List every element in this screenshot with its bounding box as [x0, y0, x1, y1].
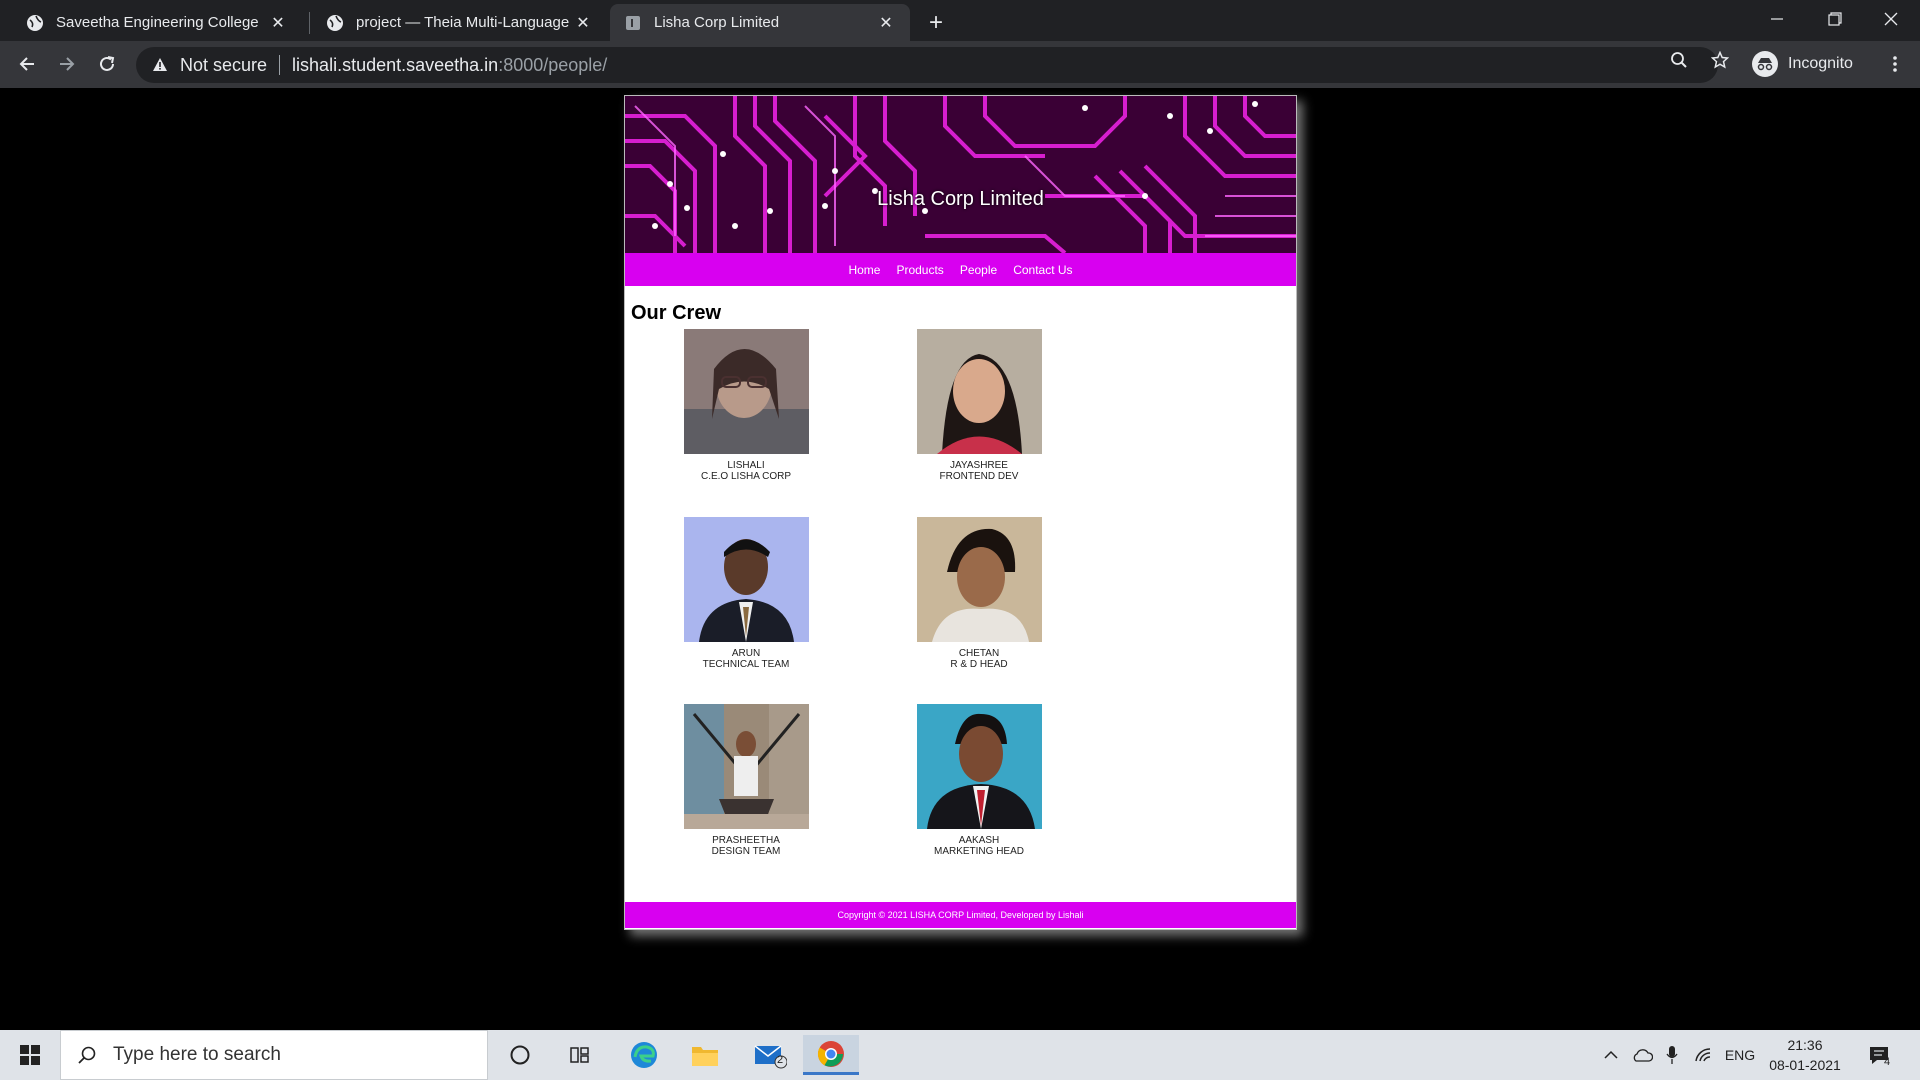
back-button[interactable]	[10, 47, 44, 81]
reload-button[interactable]	[90, 47, 124, 81]
minimize-button[interactable]	[1748, 0, 1806, 38]
microphone-icon[interactable]	[1660, 1030, 1684, 1080]
member-name: PRASHEETHA	[712, 835, 780, 846]
nav-products[interactable]: Products	[888, 263, 951, 277]
member-role: TECHNICAL TEAM	[702, 659, 790, 670]
search-placeholder: Type here to search	[113, 1044, 281, 1065]
system-clock[interactable]: 21:36 08-01-2021	[1760, 1035, 1850, 1075]
site-footer: Copyright © 2021 LISHA CORP Limited, Dev…	[625, 902, 1296, 928]
banner-title: Lisha Corp Limited	[877, 188, 1044, 210]
address-bar[interactable]: Not secure lishali.student.saveetha.in:8…	[136, 47, 1718, 83]
member-role: R & D HEAD	[950, 659, 1008, 670]
site-container: Lisha Corp Limited Home Products People …	[624, 95, 1297, 930]
member-role: FRONTEND DEV	[939, 471, 1019, 482]
tab-title: Saveetha Engineering College	[56, 14, 259, 31]
member-card: ARUN TECHNICAL TEAM	[666, 517, 826, 670]
globe-icon	[26, 14, 44, 32]
close-icon[interactable]: ✕	[876, 13, 896, 33]
member-photo	[916, 329, 1042, 454]
member-photo	[916, 517, 1042, 642]
task-view-icon[interactable]	[555, 1035, 605, 1075]
member-card: PRASHEETHA DESIGN TEAM	[666, 704, 826, 857]
tab-theia[interactable]: project — Theia Multi-Language ✕	[312, 4, 607, 41]
member-photo	[683, 329, 809, 454]
incognito-indicator[interactable]: Incognito	[1752, 47, 1853, 81]
member-photo	[916, 704, 1042, 829]
star-icon[interactable]	[1710, 50, 1730, 70]
url-path: :8000/people/	[498, 54, 608, 75]
clock-date: 08-01-2021	[1769, 1057, 1841, 1073]
language-indicator[interactable]: ENG	[1722, 1030, 1758, 1080]
warning-icon[interactable]	[150, 55, 170, 75]
member-card: CHETAN R & D HEAD	[899, 517, 1059, 670]
member-card: AAKASH MARKETING HEAD	[899, 704, 1059, 857]
forward-button[interactable]	[50, 47, 84, 81]
nav-contact-us[interactable]: Contact Us	[1005, 263, 1080, 277]
windows-taskbar: Type here to search 2 ENG 21:36 08-01-20…	[0, 1030, 1920, 1080]
member-name: AAKASH	[958, 835, 1000, 846]
onedrive-icon[interactable]	[1628, 1030, 1656, 1080]
member-name: ARUN	[731, 648, 761, 659]
page-icon	[624, 14, 642, 32]
edge-icon[interactable]	[619, 1035, 669, 1075]
divider	[279, 55, 281, 75]
clock-time: 21:36	[1787, 1037, 1823, 1053]
member-card: JAYASHREE FRONTEND DEV	[899, 329, 1059, 482]
nav-home[interactable]: Home	[840, 263, 888, 277]
tab-title: project — Theia Multi-Language	[356, 14, 570, 31]
security-label[interactable]: Not secure	[180, 55, 267, 76]
people-content: Our Crew LISHALI C.E.O LISHA CORP JAYASH…	[625, 286, 1296, 899]
new-tab-button[interactable]: +	[922, 9, 950, 37]
close-icon[interactable]: ✕	[268, 13, 288, 33]
browser-toolbar: Not secure lishali.student.saveetha.in:8…	[0, 41, 1920, 88]
notification-icon[interactable]: 4	[1864, 1040, 1896, 1072]
incognito-label: Incognito	[1788, 55, 1853, 72]
member-role: C.E.O LISHA CORP	[700, 471, 792, 482]
member-role: MARKETING HEAD	[933, 846, 1024, 857]
member-role: DESIGN TEAM	[711, 846, 781, 857]
tab-separator	[309, 12, 310, 34]
banner: Lisha Corp Limited	[625, 96, 1296, 253]
close-icon[interactable]: ✕	[573, 13, 593, 33]
windows-icon	[20, 1045, 40, 1065]
mail-icon[interactable]: 2	[745, 1035, 795, 1075]
member-name: JAYASHREE	[950, 460, 1008, 471]
search-icon	[75, 1043, 99, 1067]
restore-button[interactable]	[1806, 0, 1864, 38]
globe-icon	[326, 14, 344, 32]
member-photo	[683, 517, 809, 642]
browser-tab-strip: Saveetha Engineering College ✕ project —…	[0, 0, 1920, 41]
nav-people[interactable]: People	[952, 263, 1005, 277]
file-explorer-icon[interactable]	[680, 1035, 730, 1075]
tab-title: Lisha Corp Limited	[654, 14, 780, 31]
cortana-icon[interactable]	[495, 1035, 545, 1075]
menu-icon[interactable]	[1880, 49, 1910, 79]
incognito-icon	[1752, 51, 1778, 77]
member-name: LISHALI	[727, 460, 765, 471]
member-name: CHETAN	[958, 648, 1000, 659]
site-navbar: Home Products People Contact Us	[625, 253, 1296, 286]
close-window-button[interactable]	[1862, 0, 1920, 38]
url-host: lishali.student.saveetha.in	[292, 54, 499, 75]
mail-badge: 2	[777, 1054, 784, 1066]
section-title: Our Crew	[631, 302, 722, 324]
member-photo	[683, 704, 809, 829]
start-button[interactable]	[0, 1030, 60, 1080]
member-card: LISHALI C.E.O LISHA CORP	[666, 329, 826, 482]
zoom-icon[interactable]	[1669, 50, 1689, 70]
tab-lisha-corp[interactable]: Lisha Corp Limited ✕	[610, 4, 910, 41]
taskbar-search[interactable]: Type here to search	[60, 1030, 488, 1080]
circuit-board-image	[625, 96, 1296, 253]
wifi-icon[interactable]	[1690, 1030, 1718, 1080]
chevron-up-icon[interactable]	[1600, 1030, 1622, 1080]
chrome-icon[interactable]	[803, 1035, 859, 1075]
tab-saveetha[interactable]: Saveetha Engineering College ✕	[12, 4, 302, 41]
notification-count: 4	[1884, 1056, 1891, 1068]
page-viewport: Lisha Corp Limited Home Products People …	[0, 88, 1920, 1030]
